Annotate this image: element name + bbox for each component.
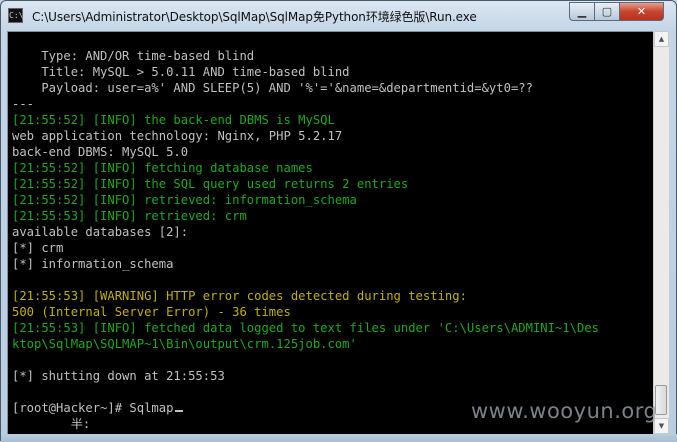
close-button[interactable]: ✕	[619, 2, 664, 21]
console-line-text: [*] crm	[12, 241, 64, 255]
console-line: [21:55:52] [INFO] retrieved: information…	[12, 192, 599, 208]
console-line-text: Type: AND/OR time-based blind	[12, 49, 255, 63]
minimize-button[interactable]: ▁	[569, 2, 595, 21]
maximize-icon: ▢	[601, 5, 613, 18]
console-line-text: [*] shutting down at 21:55:53	[12, 369, 225, 383]
console-line-text: ktop\SqlMap\SQLMAP~1\Bin\output\crm.125j…	[12, 337, 357, 351]
console-line-text: Title: MySQL > 5.0.11 AND time-based bli…	[12, 65, 350, 79]
console-line-text: ---	[12, 97, 35, 111]
text-cursor	[175, 410, 184, 412]
console-line-text: [21:55:53] [WARNING] HTTP error codes de…	[12, 289, 467, 303]
console-line: [*] crm	[12, 240, 599, 256]
console-line: [*] information_schema	[12, 256, 599, 272]
window-title: C:\Users\Administrator\Desktop\SqlMap\Sq…	[32, 10, 477, 24]
console-icon[interactable]: C:\	[8, 8, 23, 23]
console-line-text: [21:55:53] [INFO] retrieved: crm	[12, 209, 247, 223]
console-line-text: available databases [2]:	[12, 225, 189, 239]
console-line-text: [21:55:52] [INFO] the SQL query used ret…	[12, 177, 409, 191]
minimize-icon: ▁	[577, 5, 587, 18]
console-line: back-end DBMS: MySQL 5.0	[12, 144, 599, 160]
console-line-text: 半:	[12, 417, 91, 431]
console-line: Type: AND/OR time-based blind	[12, 48, 599, 64]
vertical-scrollbar[interactable]: ▲ ▼	[653, 31, 669, 434]
maximize-button[interactable]: ▢	[594, 2, 620, 21]
console-line-text: Payload: user=a%' AND SLEEP(5) AND '%'='…	[12, 81, 533, 95]
console-line-text: back-end DBMS: MySQL 5.0	[12, 145, 189, 159]
console-line: ktop\SqlMap\SQLMAP~1\Bin\output\crm.125j…	[12, 336, 599, 352]
console-line: [21:55:52] [INFO] the SQL query used ret…	[12, 176, 599, 192]
console-lines: Type: AND/OR time-based blind Title: MyS…	[12, 48, 599, 432]
console-line: [21:55:52] [INFO] the back-end DBMS is M…	[12, 112, 599, 128]
console-line-text: [21:55:53] [INFO] fetched data logged to…	[12, 321, 599, 335]
console-line-text: [21:55:52] [INFO] retrieved: information…	[12, 193, 357, 207]
console-line-text: [*] information_schema	[12, 257, 174, 271]
console-line: [21:55:53] [INFO] retrieved: crm	[12, 208, 599, 224]
title-bar[interactable]: C:\ C:\Users\Administrator\Desktop\SqlMa…	[1, 1, 676, 31]
console-line-text: web application technology: Nginx, PHP 5…	[12, 129, 343, 143]
console-line: [21:55:53] [WARNING] HTTP error codes de…	[12, 288, 599, 304]
console-window: C:\ C:\Users\Administrator\Desktop\SqlMa…	[0, 0, 677, 442]
console-line-text: 500 (Internal Server Error) - 36 times	[12, 305, 291, 319]
console-line: Payload: user=a%' AND SLEEP(5) AND '%'='…	[12, 80, 599, 96]
console-line: [21:55:53] [INFO] fetched data logged to…	[12, 320, 599, 336]
watermark: www.wooyun.org	[471, 399, 658, 423]
chevron-up-icon: ▲	[658, 35, 665, 43]
console-line: web application technology: Nginx, PHP 5…	[12, 128, 599, 144]
chevron-down-icon: ▼	[658, 422, 665, 430]
console-output[interactable]: Type: AND/OR time-based blind Title: MyS…	[7, 31, 654, 436]
scroll-up-button[interactable]: ▲	[654, 31, 669, 47]
console-line: 500 (Internal Server Error) - 36 times	[12, 304, 599, 320]
console-line: Title: MySQL > 5.0.11 AND time-based bli…	[12, 64, 599, 80]
console-line: [*] shutting down at 21:55:53	[12, 368, 599, 384]
console-line-text: [root@Hacker~]# Sqlmap	[12, 401, 174, 415]
close-icon: ✕	[636, 5, 647, 18]
console-line-text: [21:55:52] [INFO] fetching database name…	[12, 161, 313, 175]
console-line: [21:55:52] [INFO] fetching database name…	[12, 160, 599, 176]
console-line: available databases [2]:	[12, 224, 599, 240]
console-line: ---	[12, 96, 599, 112]
console-line-text: [21:55:52] [INFO] the back-end DBMS is M…	[12, 113, 335, 127]
